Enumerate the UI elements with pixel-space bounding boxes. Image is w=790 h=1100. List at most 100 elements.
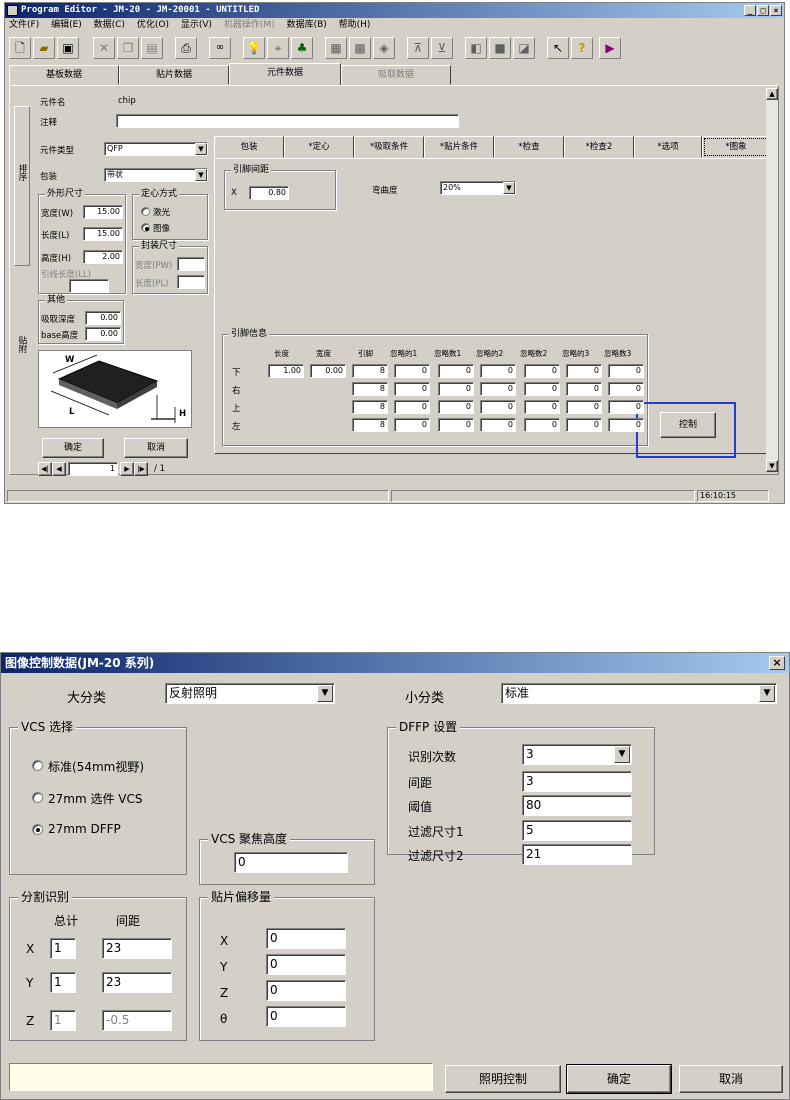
component-icon[interactable]: ▦ [325,37,347,59]
teach-icon[interactable]: ⌖ [267,37,289,59]
cut-icon[interactable]: ✕ [93,37,115,59]
lead-cell-input[interactable]: 0 [566,382,602,396]
lead-cell-input[interactable]: 0 [608,400,644,414]
vertical-scrollbar[interactable]: ▲ ▼ [766,88,778,472]
side-label-attach[interactable]: 贴附 [16,336,28,353]
next-page-button[interactable]: ▶ [120,462,134,476]
lead-cell-input[interactable]: 0 [480,400,516,414]
ok-button[interactable]: 确定 [42,438,104,458]
lead-cell-input[interactable]: 8 [352,418,388,432]
subtab-pickup-cond[interactable]: *吸取条件 [354,136,424,158]
offset-z-input[interactable]: 0 [266,980,346,1001]
last-page-button[interactable]: |▶ [134,462,148,476]
lead-cell-input[interactable]: 0 [438,382,474,396]
pkg-length-input[interactable] [177,275,205,289]
chevron-down-icon[interactable]: ▼ [614,746,630,763]
bend-select[interactable]: 20% ▼ [440,181,516,195]
subtab-place-cond[interactable]: *贴片条件 [424,136,494,158]
lead-cell-input[interactable]: 0 [394,418,430,432]
filter2-input[interactable]: 21 [522,844,632,865]
lead-cell-input[interactable]: 0 [524,382,560,396]
side-label-sort[interactable]: 排序 [16,164,28,181]
filter1-input[interactable]: 5 [522,820,632,841]
scroll-down-button[interactable]: ▼ [766,460,778,472]
lead-width-input[interactable]: 0.00 [310,364,346,378]
subtab-image[interactable]: *图象 [702,136,770,158]
split-z-pitch[interactable]: -0.5 [102,1010,172,1031]
offset-theta-input[interactable]: 0 [266,1006,346,1027]
vcs-27-option-radio[interactable] [32,792,43,803]
lead-cell-input[interactable]: 0 [480,364,516,378]
lead-cell-input[interactable]: 0 [394,382,430,396]
copy2-icon[interactable]: ◪ [513,37,535,59]
lead-cell-input[interactable]: 0 [438,364,474,378]
height-input[interactable]: 2.00 [83,250,123,264]
light-control-button[interactable]: 照明控制 [445,1065,561,1093]
depth-input[interactable]: 0.00 [85,311,121,325]
component-type-select[interactable]: QFP ▼ [104,142,208,156]
maximize-button[interactable]: □ [757,5,769,16]
feeder-icon[interactable]: ▩ [349,37,371,59]
lead-cell-input[interactable]: 8 [352,400,388,414]
subtab-options[interactable]: *选项 [634,136,702,158]
vcs-std-radio[interactable] [32,760,43,771]
scroll-up-button[interactable]: ▲ [766,88,778,100]
lead-cell-input[interactable]: 0 [566,400,602,414]
link-icon[interactable]: ∞ [209,37,231,59]
laser-radio[interactable] [141,207,150,216]
lead-length-input[interactable] [69,279,109,293]
cancel-button[interactable]: 取消 [124,438,188,458]
lead-cell-input[interactable]: 0 [566,418,602,432]
chevron-down-icon[interactable]: ▼ [759,685,775,702]
tab-pickup-data[interactable]: 吸取数据 [341,65,451,85]
pkg-width-input[interactable] [177,257,205,271]
print-icon[interactable]: ⎙ [175,37,197,59]
minimize-button[interactable]: _ [744,5,756,16]
offset-x-input[interactable]: 0 [266,928,346,949]
paste-icon[interactable]: ▤ [141,37,163,59]
lead-cell-input[interactable]: 0 [608,418,644,432]
lead-cell-input[interactable]: 0 [480,418,516,432]
binoculars-icon[interactable]: ♣ [291,37,313,59]
menu-data[interactable]: 数据(C) [94,20,125,30]
nozzle-icon[interactable]: ◈ [373,37,395,59]
minor-class-select[interactable]: 标准 ▼ [501,683,777,704]
vcs-27-dffp-radio[interactable] [32,824,43,835]
open-icon[interactable]: ▰ [33,37,55,59]
lead-cell-input[interactable]: 0 [608,382,644,396]
help-icon[interactable]: ? [571,37,593,59]
split-z-total[interactable]: 1 [50,1010,76,1031]
split-y-pitch[interactable]: 23 [102,972,172,993]
lead-cell-input[interactable]: 0 [524,364,560,378]
close-button[interactable]: × [770,5,782,16]
align-h-icon[interactable]: ⊼ [407,37,429,59]
lead-cell-input[interactable]: 0 [566,364,602,378]
dialog-close-button[interactable]: × [769,656,785,670]
lead-cell-input[interactable]: 0 [524,400,560,414]
help-pointer-icon[interactable]: ↖ [547,37,569,59]
comment-input[interactable] [116,114,459,128]
menu-file[interactable]: 文件(F) [9,20,39,30]
major-class-select[interactable]: 反射照明 ▼ [165,683,335,704]
align-v-icon[interactable]: ⊻ [431,37,453,59]
lead-cell-input[interactable]: 0 [438,400,474,414]
page-input[interactable]: 1 [68,462,118,476]
stop-icon[interactable]: ■ [489,37,511,59]
lead-pitch-x-input[interactable]: 0.80 [249,186,289,200]
dock-icon[interactable]: ◧ [465,37,487,59]
menu-database[interactable]: 数据库(B) [287,20,327,30]
lead-cell-input[interactable]: 8 [352,364,388,378]
lead-cell-input[interactable]: 0 [438,418,474,432]
package-select[interactable]: 带状 ▼ [104,168,208,182]
subtab-inspect2[interactable]: *检查2 [564,136,634,158]
chevron-down-icon[interactable]: ▼ [317,685,333,702]
tab-board-data[interactable]: 基板数据 [9,65,119,85]
split-x-total[interactable]: 1 [50,938,76,959]
image-radio[interactable] [141,223,150,232]
menu-edit[interactable]: 编辑(E) [51,20,82,30]
exit-icon[interactable]: ▶ [599,37,621,59]
lead-cell-input[interactable]: 0 [608,364,644,378]
vcs-focus-input[interactable]: 0 [234,852,348,873]
chevron-down-icon[interactable]: ▼ [195,143,207,155]
bulb-icon[interactable]: 💡 [243,37,265,59]
